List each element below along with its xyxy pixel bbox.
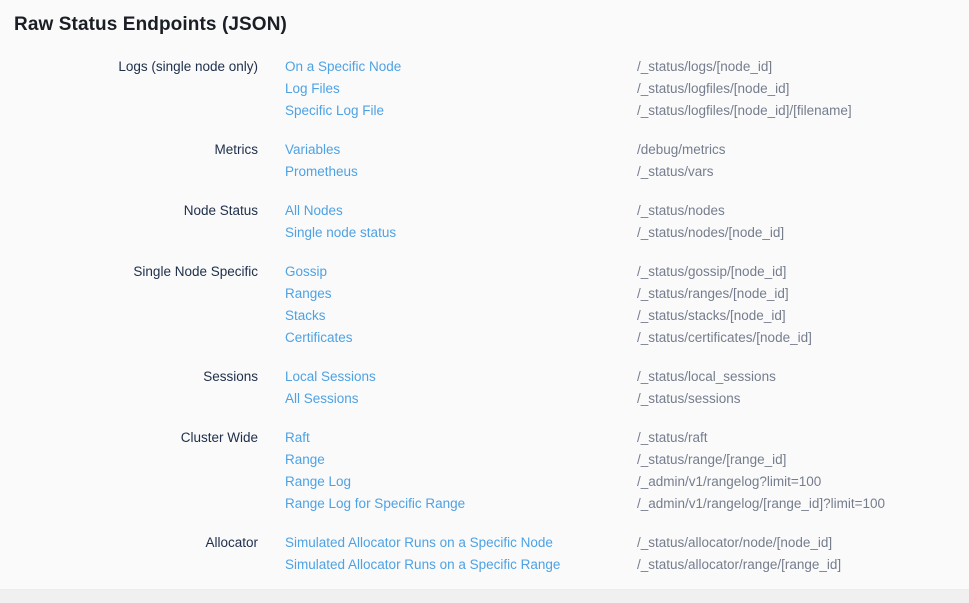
endpoint-path: /_status/allocator/range/[range_id] bbox=[637, 554, 969, 576]
raw-status-endpoints-page: Raw Status Endpoints (JSON) Logs (single… bbox=[0, 0, 969, 576]
endpoint-link[interactable]: Simulated Allocator Runs on a Specific R… bbox=[285, 557, 560, 572]
endpoint-path: /_status/certificates/[node_id] bbox=[637, 327, 969, 349]
endpoint-link[interactable]: Simulated Allocator Runs on a Specific N… bbox=[285, 535, 553, 550]
endpoint-link[interactable]: Gossip bbox=[285, 264, 327, 279]
endpoint-link[interactable]: Raft bbox=[285, 430, 310, 445]
endpoint-link[interactable]: Stacks bbox=[285, 308, 326, 323]
category-label: Allocator bbox=[0, 532, 285, 554]
endpoint-rows: On a Specific Node /_status/logs/[node_i… bbox=[285, 56, 969, 122]
endpoint-path: /_status/nodes bbox=[637, 200, 969, 222]
endpoint-link[interactable]: All Nodes bbox=[285, 203, 343, 218]
endpoint-group-metrics: Metrics Variables /debug/metrics Prometh… bbox=[0, 139, 969, 183]
endpoint-path: /_status/raft bbox=[637, 427, 969, 449]
endpoint-rows: Local Sessions /_status/local_sessions A… bbox=[285, 366, 969, 410]
endpoint-row: Prometheus /_status/vars bbox=[285, 161, 969, 183]
category-label: Metrics bbox=[0, 139, 285, 161]
endpoint-path: /_status/range/[range_id] bbox=[637, 449, 969, 471]
endpoint-link[interactable]: Ranges bbox=[285, 286, 332, 301]
endpoint-path: /_status/nodes/[node_id] bbox=[637, 222, 969, 244]
endpoint-link[interactable]: Local Sessions bbox=[285, 369, 376, 384]
endpoint-path: /_status/logfiles/[node_id] bbox=[637, 78, 969, 100]
endpoint-row: Gossip /_status/gossip/[node_id] bbox=[285, 261, 969, 283]
endpoint-link[interactable]: Log Files bbox=[285, 81, 340, 96]
endpoint-link[interactable]: Range Log bbox=[285, 474, 351, 489]
endpoint-group-allocator: Allocator Simulated Allocator Runs on a … bbox=[0, 532, 969, 576]
endpoint-group-cluster-wide: Cluster Wide Raft /_status/raft Range /_… bbox=[0, 427, 969, 515]
category-label: Sessions bbox=[0, 366, 285, 388]
endpoint-group-sessions: Sessions Local Sessions /_status/local_s… bbox=[0, 366, 969, 410]
endpoint-link[interactable]: Range Log for Specific Range bbox=[285, 496, 465, 511]
endpoint-path: /_status/vars bbox=[637, 161, 969, 183]
endpoint-row: Local Sessions /_status/local_sessions bbox=[285, 366, 969, 388]
endpoint-rows: Raft /_status/raft Range /_status/range/… bbox=[285, 427, 969, 515]
endpoint-row: Certificates /_status/certificates/[node… bbox=[285, 327, 969, 349]
endpoint-path: /_status/gossip/[node_id] bbox=[637, 261, 969, 283]
endpoint-path: /_status/allocator/node/[node_id] bbox=[637, 532, 969, 554]
endpoint-path: /_status/logfiles/[node_id]/[filename] bbox=[637, 100, 969, 122]
endpoint-row: Variables /debug/metrics bbox=[285, 139, 969, 161]
endpoint-row: Log Files /_status/logfiles/[node_id] bbox=[285, 78, 969, 100]
endpoint-link[interactable]: All Sessions bbox=[285, 391, 359, 406]
endpoint-row: Ranges /_status/ranges/[node_id] bbox=[285, 283, 969, 305]
endpoint-rows: Simulated Allocator Runs on a Specific N… bbox=[285, 532, 969, 576]
endpoint-path: /_status/sessions bbox=[637, 388, 969, 410]
endpoint-link[interactable]: Certificates bbox=[285, 330, 353, 345]
category-label: Single Node Specific bbox=[0, 261, 285, 283]
endpoint-row: Raft /_status/raft bbox=[285, 427, 969, 449]
endpoint-path: /_status/stacks/[node_id] bbox=[637, 305, 969, 327]
category-label: Node Status bbox=[0, 200, 285, 222]
page-title: Raw Status Endpoints (JSON) bbox=[14, 13, 969, 37]
category-label: Cluster Wide bbox=[0, 427, 285, 449]
endpoint-path: /_status/logs/[node_id] bbox=[637, 56, 969, 78]
endpoint-row: Simulated Allocator Runs on a Specific R… bbox=[285, 554, 969, 576]
endpoint-link[interactable]: Range bbox=[285, 452, 325, 467]
endpoint-link[interactable]: On a Specific Node bbox=[285, 59, 401, 74]
endpoint-row: On a Specific Node /_status/logs/[node_i… bbox=[285, 56, 969, 78]
bottom-section-divider bbox=[0, 589, 969, 603]
endpoint-link[interactable]: Single node status bbox=[285, 225, 396, 240]
endpoint-rows: Variables /debug/metrics Prometheus /_st… bbox=[285, 139, 969, 183]
endpoint-path: /_admin/v1/rangelog?limit=100 bbox=[637, 471, 969, 493]
endpoint-rows: Gossip /_status/gossip/[node_id] Ranges … bbox=[285, 261, 969, 349]
endpoint-rows: All Nodes /_status/nodes Single node sta… bbox=[285, 200, 969, 244]
endpoint-path: /debug/metrics bbox=[637, 139, 969, 161]
endpoint-row: Single node status /_status/nodes/[node_… bbox=[285, 222, 969, 244]
endpoint-row: All Sessions /_status/sessions bbox=[285, 388, 969, 410]
endpoint-link[interactable]: Variables bbox=[285, 142, 340, 157]
endpoint-group-single-node-specific: Single Node Specific Gossip /_status/gos… bbox=[0, 261, 969, 349]
endpoint-path: /_status/local_sessions bbox=[637, 366, 969, 388]
endpoint-row: Range Log /_admin/v1/rangelog?limit=100 bbox=[285, 471, 969, 493]
endpoint-row: Specific Log File /_status/logfiles/[nod… bbox=[285, 100, 969, 122]
endpoint-group-logs: Logs (single node only) On a Specific No… bbox=[0, 56, 969, 122]
endpoint-row: All Nodes /_status/nodes bbox=[285, 200, 969, 222]
endpoint-link[interactable]: Specific Log File bbox=[285, 103, 384, 118]
endpoint-group-node-status: Node Status All Nodes /_status/nodes Sin… bbox=[0, 200, 969, 244]
endpoint-link[interactable]: Prometheus bbox=[285, 164, 358, 179]
endpoint-path: /_status/ranges/[node_id] bbox=[637, 283, 969, 305]
endpoint-row: Stacks /_status/stacks/[node_id] bbox=[285, 305, 969, 327]
endpoint-row: Range /_status/range/[range_id] bbox=[285, 449, 969, 471]
endpoint-row: Simulated Allocator Runs on a Specific N… bbox=[285, 532, 969, 554]
endpoint-row: Range Log for Specific Range /_admin/v1/… bbox=[285, 493, 969, 515]
endpoint-path: /_admin/v1/rangelog/[range_id]?limit=100 bbox=[637, 493, 969, 515]
category-label: Logs (single node only) bbox=[0, 56, 285, 78]
